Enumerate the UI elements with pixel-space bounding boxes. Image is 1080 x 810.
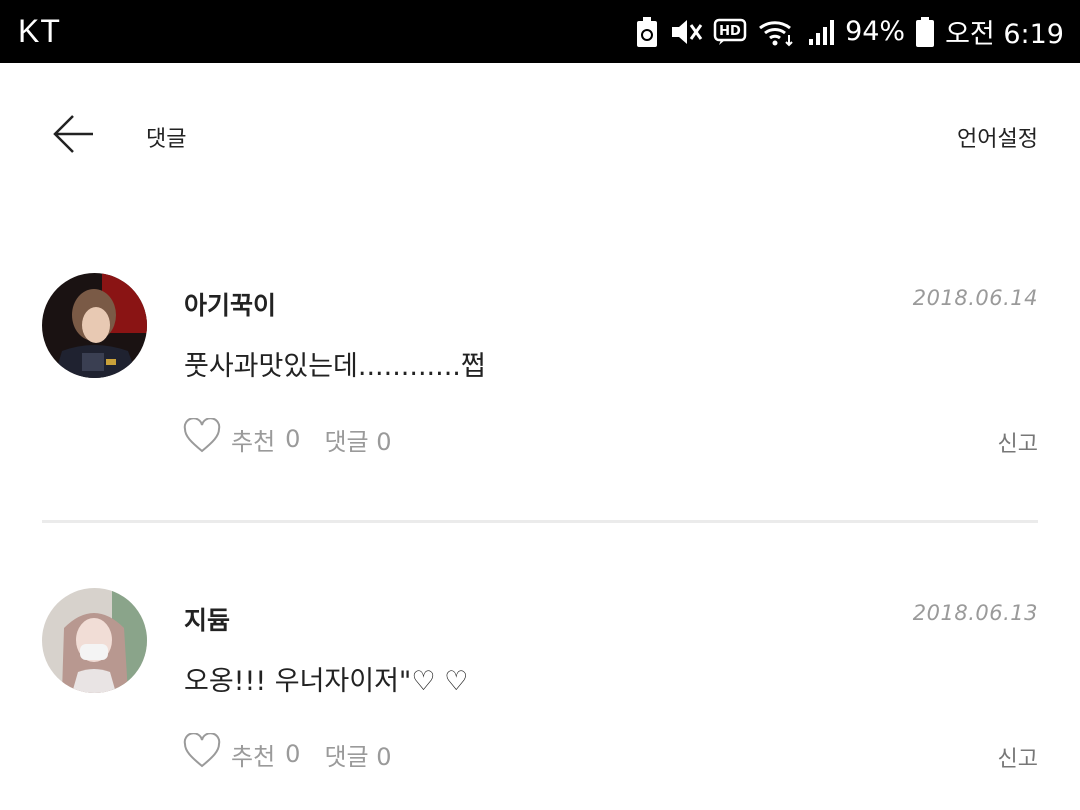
heart-icon [183, 732, 221, 775]
comment-author[interactable]: 아기꾹이 [184, 286, 276, 322]
svg-text:HD: HD [719, 24, 741, 39]
like-count: 0 [285, 740, 301, 768]
avatar[interactable] [42, 588, 147, 693]
avatar[interactable] [42, 273, 147, 378]
like-count: 0 [285, 425, 301, 453]
battery-icon [915, 16, 935, 48]
comment-author[interactable]: 지듐 [184, 601, 230, 637]
hd-icon: HD [713, 17, 747, 47]
arrow-left-icon [51, 112, 95, 160]
comment-divider [42, 520, 1038, 523]
mute-icon [669, 17, 703, 47]
heart-icon [183, 417, 221, 460]
comment-text: 풋사과맛있는데............쩝 [184, 351, 486, 382]
like-button[interactable]: 추천 0 [183, 732, 301, 775]
like-label: 추천 [231, 742, 276, 771]
page-title: 댓글 [146, 127, 187, 152]
back-button[interactable] [48, 111, 98, 161]
status-bar: KT HD 94% 오전 6:19 [0, 0, 1080, 63]
reply-count: 0 [376, 742, 392, 771]
clock: 오전 6:19 [945, 19, 1064, 50]
battery-percent: 94% [845, 16, 906, 47]
like-label: 추천 [231, 427, 276, 456]
comment-item: 아기꾹이 2018.06.14 풋사과맛있는데............쩝 추천 … [0, 250, 1080, 480]
reply-button[interactable]: 댓글 0 [324, 422, 391, 457]
reply-label: 댓글 [324, 427, 369, 456]
comment-date: 2018.06.13 [912, 601, 1038, 625]
language-settings-button[interactable]: 언어설정 [957, 121, 1038, 153]
carrier-name: KT [18, 13, 61, 49]
comment-date: 2018.06.14 [912, 286, 1038, 310]
like-button[interactable]: 추천 0 [183, 417, 301, 460]
signal-icon [807, 17, 835, 47]
recycle-battery-icon [635, 16, 659, 48]
comment-actions: 추천 0 댓글 0 [183, 417, 392, 460]
status-icons: HD 94% 오전 6:19 [635, 12, 1064, 51]
wifi-icon [757, 17, 797, 47]
report-button[interactable]: 신고 [998, 741, 1038, 773]
report-button[interactable]: 신고 [998, 426, 1038, 458]
reply-button[interactable]: 댓글 0 [324, 737, 391, 772]
reply-count: 0 [376, 427, 392, 456]
comment-item: 지듐 2018.06.13 오옹!!! 우너자이저"♡ ♡ 추천 0 댓글 0 … [0, 565, 1080, 795]
comment-actions: 추천 0 댓글 0 [183, 732, 392, 775]
app-header: 댓글 언어설정 [0, 63, 1080, 209]
reply-label: 댓글 [324, 742, 369, 771]
comment-text: 오옹!!! 우너자이저"♡ ♡ [184, 666, 469, 697]
